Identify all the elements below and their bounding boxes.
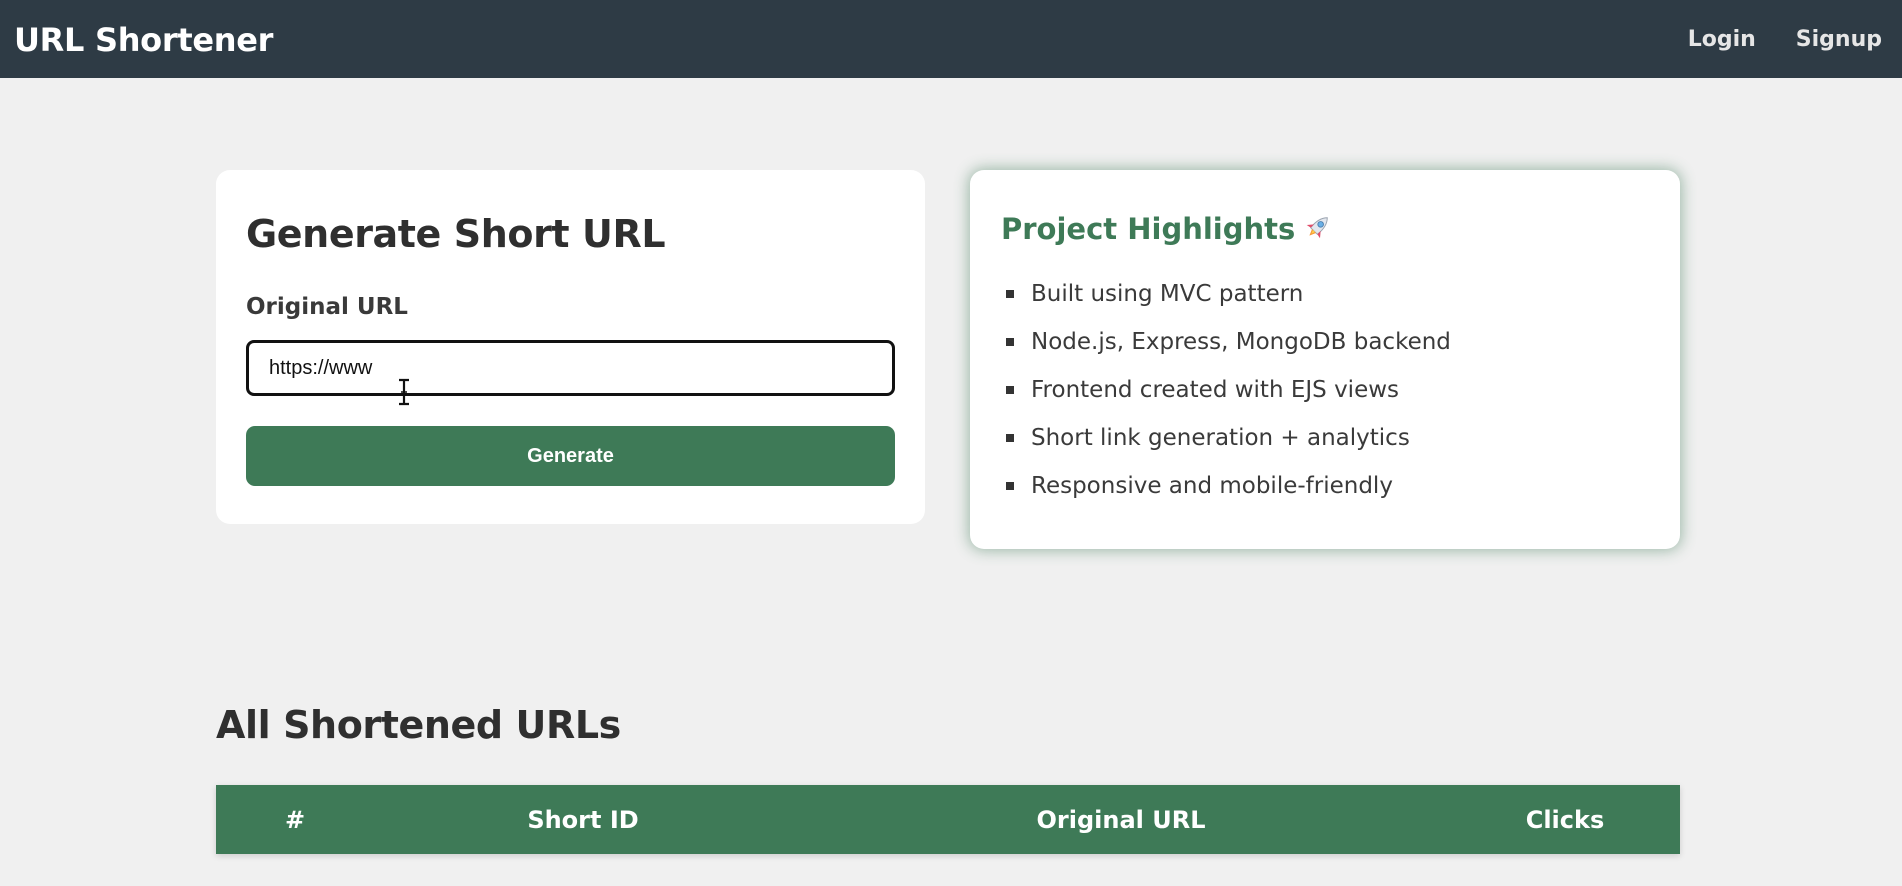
list-item: Responsive and mobile-friendly <box>1006 462 1451 510</box>
list-item: Node.js, Express, MongoDB backend <box>1006 318 1451 366</box>
bullet-icon <box>1006 338 1014 346</box>
list-item-text: Short link generation + analytics <box>1031 425 1410 451</box>
all-urls-title: All Shortened URLs <box>216 703 621 747</box>
text-cursor-icon <box>399 378 409 406</box>
urls-table: # Short ID Original URL Clicks <box>216 785 1680 854</box>
column-header-clicks[interactable]: Clicks <box>1450 785 1680 854</box>
list-item: Frontend created with EJS views <box>1006 366 1451 414</box>
list-item: Built using MVC pattern <box>1006 270 1451 318</box>
bullet-icon <box>1006 290 1014 298</box>
list-item-text: Frontend created with EJS views <box>1031 377 1400 403</box>
bullet-icon <box>1006 386 1014 394</box>
brand-title[interactable]: URL Shortener <box>14 20 273 60</box>
highlights-title: Project Highlights <box>1001 212 1333 246</box>
bullet-icon <box>1006 434 1014 442</box>
nav-links: Login Signup <box>1688 24 1882 56</box>
highlights-title-text: Project Highlights <box>1001 212 1296 246</box>
original-url-input[interactable] <box>246 340 895 396</box>
list-item-text: Responsive and mobile-friendly <box>1031 473 1393 499</box>
table-header-row: # Short ID Original URL Clicks <box>216 785 1680 854</box>
column-header-short-id[interactable]: Short ID <box>374 785 792 854</box>
form-title: Generate Short URL <box>246 212 666 256</box>
original-url-label: Original URL <box>246 294 408 320</box>
signup-link[interactable]: Signup <box>1796 24 1882 56</box>
navbar: URL Shortener Login Signup <box>0 0 1902 78</box>
list-item-text: Built using MVC pattern <box>1031 281 1304 307</box>
project-highlights-card: Project Highlights Built using MVC patte… <box>970 170 1680 549</box>
list-item-text: Node.js, Express, MongoDB backend <box>1031 329 1451 355</box>
highlights-list: Built using MVC pattern Node.js, Express… <box>1006 270 1451 510</box>
generate-button[interactable]: Generate <box>246 426 895 486</box>
bullet-icon <box>1006 482 1014 490</box>
generate-form-card: Generate Short URL Original URL Generate <box>216 170 925 524</box>
rocket-icon <box>1306 217 1329 239</box>
column-header-index[interactable]: # <box>216 785 374 854</box>
column-header-original-url[interactable]: Original URL <box>792 785 1450 854</box>
login-link[interactable]: Login <box>1688 24 1756 56</box>
list-item: Short link generation + analytics <box>1006 414 1451 462</box>
